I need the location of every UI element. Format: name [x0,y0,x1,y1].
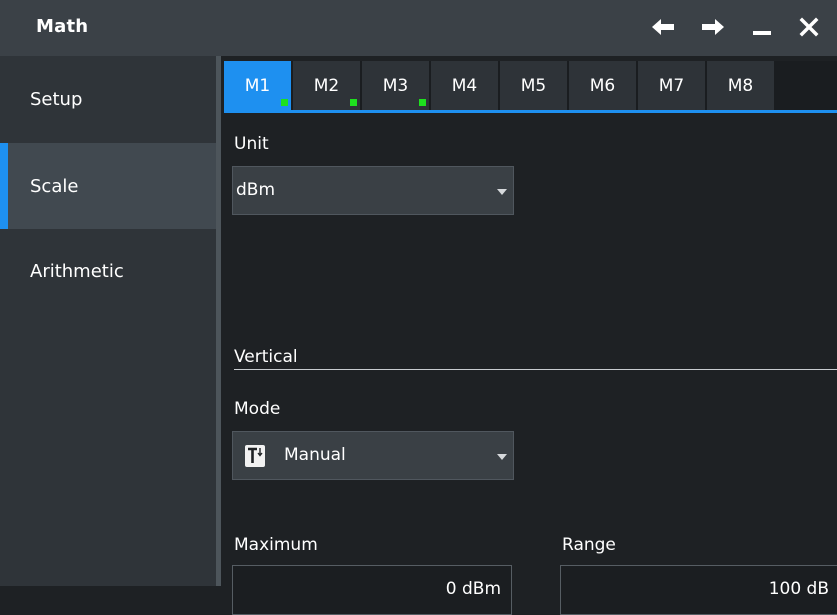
maximum-input[interactable]: 0 dBm [232,565,512,615]
forward-arrow-icon[interactable] [696,12,730,42]
sidebar-item-label: Setup [30,89,83,110]
mode-value: Manual [284,445,346,465]
minimize-icon[interactable] [745,12,779,42]
window-title: Math [36,16,89,37]
sidebar-item-label: Arithmetic [30,261,124,282]
close-icon[interactable] [792,12,826,42]
maximum-value: 0 dBm [445,579,501,599]
back-arrow-icon[interactable] [646,12,680,42]
sidebar-item-label: Scale [30,176,79,197]
title-bar: Math [0,0,837,56]
tab-label: M2 [313,76,340,96]
unit-value: dBm [236,180,276,200]
tab-underline [224,110,837,113]
maximum-label: Maximum [234,535,318,555]
math-tabs: M1 M2 M3 M4 M5 M6 M7 M8 [224,61,837,112]
tab-m7[interactable]: M7 [638,61,705,110]
sidebar: Setup Scale Arithmetic [0,56,216,586]
unit-label: Unit [234,134,269,154]
tab-label: M4 [451,76,478,96]
tab-label: M3 [382,76,409,96]
tab-m4[interactable]: M4 [431,61,498,110]
unit-dropdown[interactable]: dBm [232,166,514,215]
tab-m6[interactable]: M6 [569,61,636,110]
section-divider [234,369,837,370]
tab-label: M6 [589,76,616,96]
tab-label: M1 [244,76,271,96]
active-indicator [0,143,8,229]
chevron-down-icon [497,454,507,460]
sidebar-item-setup[interactable]: Setup [0,56,216,142]
tab-label: M8 [727,76,754,96]
range-label: Range [562,535,616,555]
sidebar-item-arithmetic[interactable]: Arithmetic [0,230,216,316]
tab-m3[interactable]: M3 [362,61,429,110]
active-indicator-dot [350,99,357,106]
manual-mode-icon [245,445,265,467]
active-indicator-dot [281,99,288,106]
panel-divider[interactable] [216,56,221,586]
mode-label: Mode [234,399,281,419]
tab-m5[interactable]: M5 [500,61,567,110]
section-title-vertical: Vertical [234,347,298,367]
tab-m2[interactable]: M2 [293,61,360,110]
tab-m8[interactable]: M8 [707,61,774,110]
range-input[interactable]: 100 dB [560,565,837,615]
mode-dropdown[interactable]: Manual [232,431,514,480]
tab-label: M5 [520,76,547,96]
range-value: 100 dB [768,579,829,599]
tab-label: M7 [658,76,685,96]
chevron-down-icon [497,189,507,195]
sidebar-item-scale[interactable]: Scale [0,143,216,229]
tab-m1[interactable]: M1 [224,61,291,110]
active-indicator-dot [419,99,426,106]
